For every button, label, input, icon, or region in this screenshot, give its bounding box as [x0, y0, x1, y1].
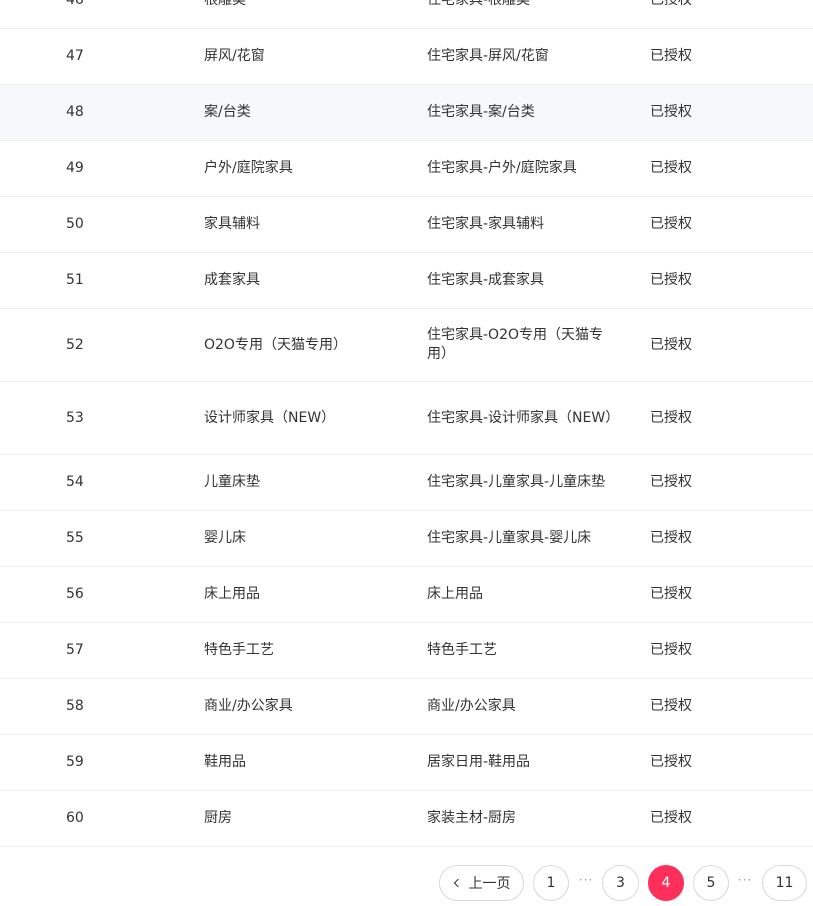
page-button-4-current[interactable]: 4 — [648, 865, 684, 901]
table-row: 46 根雕类 住宅家具-根雕类 已授权 — [0, 0, 813, 29]
category-path: 住宅家具-成套家具 — [427, 272, 545, 288]
prev-page-button[interactable]: 上一页 — [439, 865, 524, 901]
chevron-left-icon — [453, 878, 462, 888]
category-name: 户外/庭院家具 — [204, 160, 293, 176]
page-button-11[interactable]: 11 — [762, 865, 807, 901]
status-text: 已授权 — [650, 586, 692, 602]
row-number: 58 — [66, 698, 84, 714]
status-text: 已授权 — [650, 160, 692, 176]
row-number: 54 — [66, 474, 84, 490]
row-number: 59 — [66, 754, 84, 770]
category-name: 儿童床垫 — [204, 474, 260, 490]
category-path: 居家日用-鞋用品 — [427, 754, 531, 770]
status-text: 已授权 — [650, 104, 692, 120]
status-text: 已授权 — [650, 754, 692, 770]
table-row: 59 鞋用品 居家日用-鞋用品 已授权 — [0, 735, 813, 791]
row-number: 60 — [66, 810, 84, 826]
table-row: 53 设计师家具（NEW） 住宅家具-设计师家具（NEW） 已授权 — [0, 382, 813, 455]
pagination: 上一页 1 ··· 3 4 5 ··· 11 — [0, 865, 813, 901]
category-path: 住宅家具-儿童家具-婴儿床 — [427, 530, 592, 546]
row-number: 47 — [66, 48, 84, 64]
status-text: 已授权 — [650, 216, 692, 232]
status-text: 已授权 — [650, 642, 692, 658]
category-path: 住宅家具-屏风/花窗 — [427, 48, 549, 64]
table-row: 56 床上用品 床上用品 已授权 — [0, 567, 813, 623]
category-name: 特色手工艺 — [204, 642, 274, 658]
category-path: 住宅家具-根雕类 — [427, 0, 531, 8]
table-row: 49 户外/庭院家具 住宅家具-户外/庭院家具 已授权 — [0, 141, 813, 197]
category-name: 家具辅料 — [204, 216, 260, 232]
category-path: 住宅家具-户外/庭院家具 — [427, 160, 577, 176]
category-name: 根雕类 — [204, 0, 246, 8]
page-button-3[interactable]: 3 — [602, 865, 639, 901]
category-name: 设计师家具（NEW） — [204, 409, 336, 426]
category-name: 厨房 — [204, 810, 232, 826]
category-path: 住宅家具-O2O专用（天猫专用） — [427, 327, 603, 362]
category-path: 特色手工艺 — [427, 642, 497, 658]
category-path: 住宅家具-设计师家具（NEW） — [427, 409, 620, 426]
status-text: 已授权 — [650, 409, 692, 426]
category-name: 床上用品 — [204, 586, 260, 602]
table-row: 54 儿童床垫 住宅家具-儿童家具-儿童床垫 已授权 — [0, 455, 813, 511]
row-number: 49 — [66, 160, 84, 176]
table-row: 60 厨房 家装主材-厨房 已授权 — [0, 791, 813, 847]
category-path: 住宅家具-儿童家具-儿童床垫 — [427, 474, 606, 490]
category-name: 屏风/花窗 — [204, 48, 265, 64]
status-text: 已授权 — [650, 48, 692, 64]
category-path: 家装主材-厨房 — [427, 810, 517, 826]
status-text: 已授权 — [650, 530, 692, 546]
row-number: 51 — [66, 272, 84, 288]
category-name: O2O专用（天猫专用） — [204, 336, 347, 353]
status-text: 已授权 — [650, 336, 692, 353]
page-button-5[interactable]: 5 — [693, 865, 729, 901]
status-text: 已授权 — [650, 474, 692, 490]
table-row: 52 O2O专用（天猫专用） 住宅家具-O2O专用（天猫专用） 已授权 — [0, 309, 813, 382]
category-path: 住宅家具-家具辅料 — [427, 216, 545, 232]
row-number: 48 — [66, 104, 84, 120]
row-number: 52 — [66, 336, 84, 353]
row-number: 57 — [66, 642, 84, 658]
status-text: 已授权 — [650, 810, 692, 826]
status-text: 已授权 — [650, 698, 692, 714]
category-path: 商业/办公家具 — [427, 698, 516, 714]
category-name: 成套家具 — [204, 272, 260, 288]
category-path: 床上用品 — [427, 586, 483, 602]
table-row: 57 特色手工艺 特色手工艺 已授权 — [0, 623, 813, 679]
status-text: 已授权 — [650, 272, 692, 288]
table-row: 50 家具辅料 住宅家具-家具辅料 已授权 — [0, 197, 813, 253]
table-row: 47 屏风/花窗 住宅家具-屏风/花窗 已授权 — [0, 29, 813, 85]
table-row: 55 婴儿床 住宅家具-儿童家具-婴儿床 已授权 — [0, 511, 813, 567]
pagination-ellipsis: ··· — [737, 873, 753, 887]
row-number: 50 — [66, 216, 84, 232]
category-path: 住宅家具-案/台类 — [427, 104, 535, 120]
category-name: 婴儿床 — [204, 530, 246, 546]
row-number: 55 — [66, 530, 84, 546]
table-row: 58 商业/办公家具 商业/办公家具 已授权 — [0, 679, 813, 735]
status-text: 已授权 — [650, 0, 692, 8]
category-name: 鞋用品 — [204, 754, 246, 770]
category-name: 商业/办公家具 — [204, 698, 293, 714]
page-button-1[interactable]: 1 — [533, 865, 569, 901]
pagination-ellipsis: ··· — [578, 873, 594, 887]
authorization-table: 46 根雕类 住宅家具-根雕类 已授权 47 屏风/花窗 住宅家具-屏风/花窗 … — [0, 0, 813, 847]
row-number: 46 — [66, 0, 84, 8]
table-row: 48 案/台类 住宅家具-案/台类 已授权 — [0, 85, 813, 141]
row-number: 53 — [66, 409, 84, 426]
category-name: 案/台类 — [204, 104, 251, 120]
row-number: 56 — [66, 586, 84, 602]
table-row: 51 成套家具 住宅家具-成套家具 已授权 — [0, 253, 813, 309]
prev-page-label: 上一页 — [468, 876, 511, 892]
